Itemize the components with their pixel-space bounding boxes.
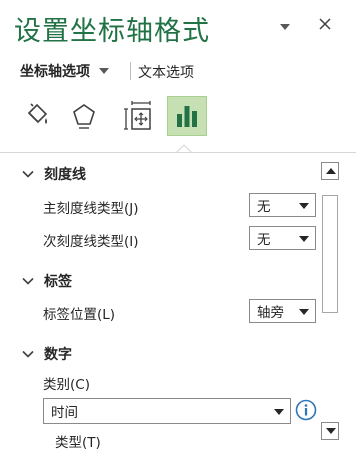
pane-title: 设置坐标轴格式	[14, 16, 210, 47]
label-position-label: 标签位置(L)	[43, 307, 116, 323]
tab-divider	[130, 62, 131, 80]
category-select[interactable]: 时间	[43, 398, 291, 424]
section-number[interactable]: 数字	[22, 344, 72, 364]
scroll-thumb[interactable]	[322, 195, 338, 313]
chevron-down-icon	[22, 170, 34, 178]
major-tick-value: 无	[257, 199, 271, 215]
major-tick-select[interactable]: 无	[249, 193, 316, 217]
close-icon[interactable]	[317, 16, 333, 32]
triangle-down-icon[interactable]	[278, 18, 292, 30]
dropdown-arrow-icon	[299, 203, 309, 209]
chevron-down-icon	[22, 277, 34, 285]
tab-text-options[interactable]: 文本选项	[138, 62, 194, 82]
section-number-title: 数字	[44, 347, 72, 363]
axis-options-icon[interactable]	[167, 96, 207, 136]
dropdown-arrow-icon	[274, 409, 284, 415]
fill-line-icon[interactable]	[16, 96, 56, 136]
section-tick-marks[interactable]: 刻度线	[22, 164, 86, 184]
dropdown-arrow-icon	[299, 236, 309, 242]
type-label: 类型(T)	[55, 435, 101, 451]
scroll-up-button[interactable]	[321, 162, 339, 180]
minor-tick-select[interactable]: 无	[249, 226, 316, 250]
scroll-down-button[interactable]	[321, 422, 339, 440]
major-tick-label: 主刻度线类型(J)	[43, 201, 139, 217]
dropdown-arrow-icon	[299, 309, 309, 315]
tab-axis-options-label: 坐标轴选项	[20, 64, 90, 80]
chevron-down-icon	[22, 350, 34, 358]
size-properties-icon[interactable]	[118, 96, 158, 136]
vertical-scrollbar[interactable]	[320, 160, 340, 440]
section-labels-title: 标签	[44, 274, 72, 290]
minor-tick-value: 无	[257, 232, 271, 248]
section-labels[interactable]: 标签	[22, 271, 72, 291]
tab-axis-options[interactable]: 坐标轴选项	[20, 61, 110, 81]
label-position-select[interactable]: 轴旁	[249, 299, 316, 323]
section-tick-marks-title: 刻度线	[44, 167, 86, 183]
effects-icon[interactable]	[64, 96, 104, 136]
chevron-down-icon	[99, 68, 109, 74]
minor-tick-label: 次刻度线类型(I)	[43, 234, 139, 250]
category-value: 时间	[51, 405, 78, 421]
category-label: 类别(C)	[43, 377, 90, 393]
label-position-value: 轴旁	[257, 305, 284, 321]
info-icon[interactable]	[295, 399, 317, 421]
